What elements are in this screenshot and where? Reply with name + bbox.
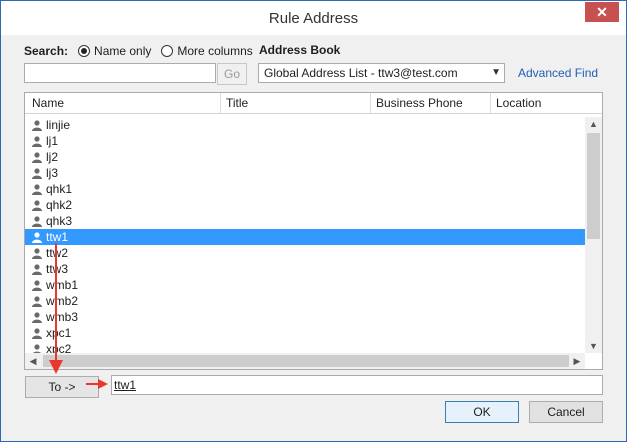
title-bar: Rule Address ✕ [1, 1, 626, 35]
radio-more-columns-label: More columns [177, 44, 253, 58]
list-item[interactable]: linjie [25, 117, 585, 133]
list-item-name: qhk2 [46, 198, 73, 212]
chevron-down-icon: ▼ [491, 67, 501, 78]
close-button[interactable]: ✕ [585, 2, 619, 22]
person-icon [32, 296, 42, 307]
radio-more-columns[interactable]: More columns [161, 44, 253, 58]
list-item-name: lj2 [46, 150, 59, 164]
scroll-right-icon[interactable]: ▶ [569, 353, 585, 369]
list-item[interactable]: lj2 [25, 149, 585, 165]
to-field[interactable]: ttw1 [111, 375, 603, 395]
list-item[interactable]: ttw1 [25, 229, 585, 245]
list-rows: linjie lj1 lj2 lj3 qhk1 qhk2 qhk3 ttw1 ttw2 ttw3 w… [25, 117, 585, 357]
person-icon [32, 168, 42, 179]
column-divider[interactable] [370, 93, 371, 113]
person-icon [32, 200, 42, 211]
list-item-name: qhk1 [46, 182, 73, 196]
list-item-name: linjie [46, 118, 71, 132]
list-item[interactable]: ttw2 [25, 245, 585, 261]
address-book-value: Global Address List - ttw3@test.com [264, 66, 458, 80]
column-header-business-phone[interactable]: Business Phone [376, 96, 463, 110]
person-icon [32, 312, 42, 323]
list-item-name: wmb2 [46, 294, 79, 308]
list-header: Name Title Business Phone Location [25, 93, 602, 114]
address-list: Name Title Business Phone Location linji… [24, 92, 603, 370]
list-item-name: wmb1 [46, 278, 79, 292]
search-options: Search: Name only More columns [24, 43, 253, 59]
list-item-name: qhk3 [46, 214, 73, 228]
radio-name-only[interactable]: Name only [78, 44, 151, 58]
address-book-label: Address Book [259, 43, 341, 57]
ok-button[interactable]: OK [445, 401, 519, 423]
list-item-name: ttw1 [46, 230, 69, 244]
search-input[interactable] [24, 63, 216, 83]
advanced-find-link[interactable]: Advanced Find [518, 66, 598, 80]
person-icon [32, 120, 42, 131]
person-icon [32, 248, 42, 259]
person-icon [32, 232, 42, 243]
list-item[interactable]: ttw3 [25, 261, 585, 277]
list-item[interactable]: wmb2 [25, 293, 585, 309]
person-icon [32, 216, 42, 227]
address-book-select[interactable]: Global Address List - ttw3@test.com ▼ [258, 63, 505, 83]
radio-name-only-label: Name only [94, 44, 152, 58]
person-icon [32, 136, 42, 147]
person-icon [32, 280, 42, 291]
horizontal-scroll-thumb[interactable] [43, 355, 569, 367]
list-item-name: ttw2 [46, 246, 69, 260]
list-item[interactable]: xpc1 [25, 325, 585, 341]
list-item-name: wmb3 [46, 310, 79, 324]
list-item[interactable]: lj1 [25, 133, 585, 149]
rule-address-dialog: Rule Address ✕ Search: Name only More co… [0, 0, 627, 442]
radio-unselected-icon [161, 45, 174, 57]
scroll-down-icon[interactable]: ▼ [585, 339, 602, 353]
person-icon [32, 328, 42, 339]
person-icon [32, 152, 42, 163]
list-item[interactable]: qhk2 [25, 197, 585, 213]
list-item-name: lj1 [46, 134, 59, 148]
column-divider[interactable] [490, 93, 491, 113]
column-header-location[interactable]: Location [496, 96, 541, 110]
go-button[interactable]: Go [217, 63, 247, 85]
close-icon: ✕ [596, 3, 608, 20]
to-field-value: ttw1 [114, 378, 137, 392]
list-item-name: lj3 [46, 166, 59, 180]
column-divider[interactable] [220, 93, 221, 113]
search-label: Search: [24, 44, 69, 58]
list-item[interactable]: qhk3 [25, 213, 585, 229]
list-item-name: xpc1 [46, 326, 72, 340]
list-item[interactable]: lj3 [25, 165, 585, 181]
horizontal-scrollbar[interactable]: ◀ ▶ [25, 353, 585, 369]
list-item[interactable]: wmb1 [25, 277, 585, 293]
cancel-button[interactable]: Cancel [529, 401, 603, 423]
person-icon [32, 184, 42, 195]
list-item[interactable]: wmb3 [25, 309, 585, 325]
column-header-title[interactable]: Title [226, 96, 248, 110]
vertical-scroll-thumb[interactable] [587, 133, 600, 239]
list-item[interactable]: qhk1 [25, 181, 585, 197]
to-button[interactable]: To -> [25, 376, 99, 398]
scroll-left-icon[interactable]: ◀ [25, 353, 41, 369]
scroll-up-icon[interactable]: ▲ [585, 117, 602, 131]
vertical-scrollbar[interactable]: ▲ ▼ [585, 117, 602, 353]
window-title: Rule Address [268, 10, 359, 27]
column-header-name[interactable]: Name [32, 96, 64, 110]
radio-selected-icon [78, 45, 91, 57]
person-icon [32, 264, 42, 275]
list-item-name: ttw3 [46, 262, 69, 276]
